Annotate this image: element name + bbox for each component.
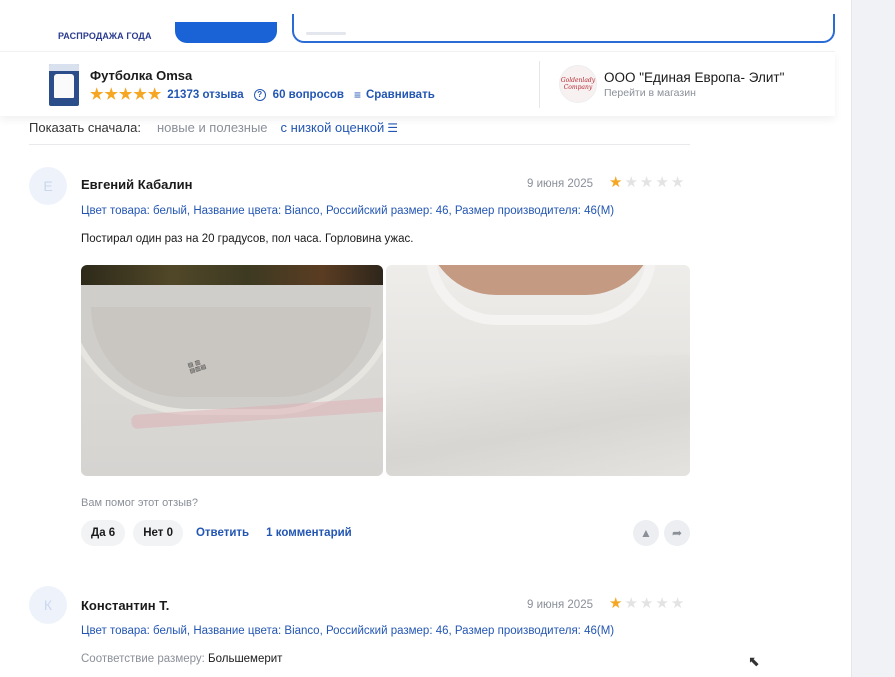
review-date: 9 июня 2025 [527, 599, 593, 611]
star-empty-icon: ★ [624, 174, 638, 191]
sort-option-low-rating[interactable]: с низкой оценкой ☰ [281, 120, 398, 135]
review-author: Константин Т. [81, 598, 170, 613]
sort-bar: Показать сначала: новые и полезные с низ… [29, 118, 398, 136]
compare-link[interactable]: Сравнивать [366, 89, 435, 101]
thumbnail-shirt [54, 74, 74, 98]
sort-label: Показать сначала: [29, 119, 141, 135]
review-photo[interactable]: ▤ ▥ ▤▥▤ [81, 265, 383, 476]
top-strip: РАСПРОДАЖА ГОДА [0, 0, 835, 50]
search-placeholder [306, 32, 346, 35]
avatar: К [29, 586, 67, 624]
seller-name[interactable]: ООО "Единая Европа- Элит" [604, 70, 784, 85]
review-rating-stars: ★ ★ ★ ★ ★ [609, 174, 685, 191]
product-thumbnail[interactable] [49, 64, 79, 106]
review-product-props[interactable]: Цвет товара: белый, Название цвета: Bian… [81, 205, 614, 217]
fit-label: Соответствие размеру: [81, 653, 205, 665]
report-button[interactable]: ▲ [633, 520, 659, 546]
star-empty-icon: ★ [655, 595, 669, 612]
star-icon: ★ [147, 86, 162, 103]
review-rating-stars: ★ ★ ★ ★ ★ [609, 595, 685, 612]
questions-link[interactable]: 60 вопросов [273, 89, 344, 101]
product-title[interactable]: Футболка Omsa [90, 68, 192, 83]
helpful-no-button[interactable]: Нет 0 [133, 520, 183, 546]
fit-value: Большемерит [208, 653, 283, 665]
star-icon: ★ [133, 86, 147, 103]
star-empty-icon: ★ [639, 174, 654, 191]
reviews-count-link[interactable]: 21373 отзыва [167, 89, 243, 101]
share-button[interactable]: ➦ [664, 520, 690, 546]
product-sticky-header: Футболка Omsa ★ ★ ★ ★ ★ 21373 отзыва ? 6… [0, 51, 835, 116]
review-date: 9 июня 2025 [527, 178, 593, 190]
review-product-props[interactable]: Цвет товара: белый, Название цвета: Bian… [81, 625, 614, 637]
sort-option-low-rating-label: с низкой оценкой [280, 119, 385, 135]
share-icon: ➦ [671, 526, 683, 540]
header-divider [539, 61, 540, 108]
product-rating-stars: ★ ★ ★ ★ ★ [90, 86, 162, 103]
star-icon: ★ [609, 174, 623, 191]
compare-icon: ≡ [353, 88, 361, 102]
review-text: Постирал один раз на 20 градусов, пол ча… [81, 233, 414, 245]
sort-order-icon: ☰ [387, 120, 399, 135]
review-photo[interactable] [386, 265, 690, 476]
thumbnail-band [49, 64, 79, 71]
go-to-store-link[interactable]: Перейти в магазин [604, 87, 696, 99]
star-icon: ★ [609, 595, 623, 612]
star-empty-icon: ★ [670, 595, 685, 612]
star-empty-icon: ★ [624, 595, 638, 612]
seller-logo[interactable]: Goldenlady Company [559, 65, 597, 103]
photo-shade [386, 355, 690, 476]
reply-link[interactable]: Ответить [196, 527, 249, 539]
review-actions: Да 6 Нет 0 Ответить 1 комментарий [81, 520, 352, 546]
page-gutter [851, 0, 895, 677]
sale-banner-label[interactable]: РАСПРОДАЖА ГОДА [58, 31, 152, 41]
warning-icon: ▲ [640, 526, 652, 540]
search-input[interactable] [292, 14, 835, 43]
review-fit: Соответствие размеру: Большемерит [81, 653, 282, 665]
star-icon: ★ [118, 86, 133, 103]
helpful-yes-button[interactable]: Да 6 [81, 520, 126, 546]
comments-link[interactable]: 1 комментарий [266, 527, 352, 539]
sort-option-new-useful[interactable]: новые и полезные [157, 120, 268, 135]
avatar: Е [29, 167, 67, 205]
review-author: Евгений Кабалин [81, 177, 193, 192]
star-empty-icon: ★ [670, 174, 685, 191]
catalog-button[interactable] [175, 22, 277, 43]
star-empty-icon: ★ [639, 595, 654, 612]
divider [29, 144, 690, 145]
mouse-cursor-icon: ⬉ [748, 653, 760, 669]
product-meta: ★ ★ ★ ★ ★ 21373 отзыва ? 60 вопросов ≡ С… [90, 87, 435, 103]
star-icon: ★ [104, 86, 118, 103]
question-icon: ? [253, 89, 266, 101]
star-icon: ★ [90, 86, 104, 103]
helpful-question: Вам помог этот отзыв? [81, 497, 198, 509]
photo-neckline [426, 265, 656, 325]
star-empty-icon: ★ [655, 174, 669, 191]
